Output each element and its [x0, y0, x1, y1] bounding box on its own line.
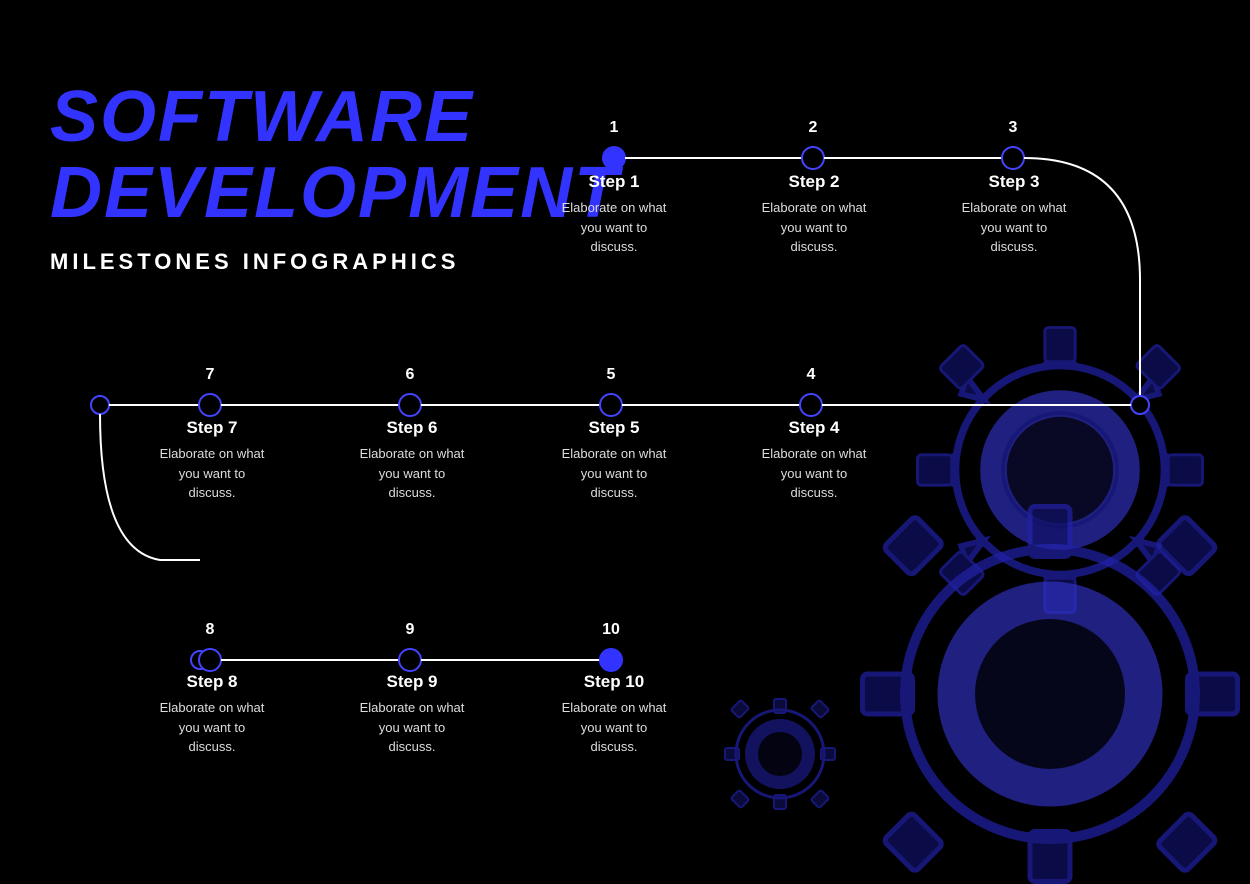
- step-6-desc: Elaborate on whatyou want todiscuss.: [352, 444, 472, 503]
- main-container: SOFTWARE DEVELOPMENT MILESTONES INFOGRAP…: [0, 0, 1250, 884]
- svg-text:5: 5: [607, 366, 616, 383]
- step-4-content: Step 4 Elaborate on whatyou want todiscu…: [754, 418, 874, 503]
- svg-text:10: 10: [602, 621, 620, 638]
- step-4-desc: Elaborate on whatyou want todiscuss.: [754, 444, 874, 503]
- step-5-title: Step 5: [554, 418, 674, 438]
- step-5-content: Step 5 Elaborate on whatyou want todiscu…: [554, 418, 674, 503]
- step-6-title: Step 6: [352, 418, 472, 438]
- step-9-content: Step 9 Elaborate on whatyou want todiscu…: [352, 672, 472, 757]
- step-7-title: Step 7: [152, 418, 272, 438]
- step-8-content: Step 8 Elaborate on whatyou want todiscu…: [152, 672, 272, 757]
- svg-text:8: 8: [206, 621, 215, 638]
- step-1-content: Step 1 Elaborate on whatyou want todiscu…: [554, 172, 674, 257]
- step-10-desc: Elaborate on whatyou want todiscuss.: [554, 698, 674, 757]
- step-4-title: Step 4: [754, 418, 874, 438]
- svg-text:4: 4: [807, 366, 816, 383]
- title-area: SOFTWARE DEVELOPMENT MILESTONES INFOGRAP…: [50, 80, 620, 275]
- svg-text:2: 2: [809, 119, 818, 136]
- step-2-content: Step 2 Elaborate on whatyou want todiscu…: [754, 172, 874, 257]
- gear-decoration-small: [680, 654, 880, 854]
- step-3-desc: Elaborate on whatyou want todiscuss.: [954, 198, 1074, 257]
- step-1-desc: Elaborate on whatyou want todiscuss.: [554, 198, 674, 257]
- step-6-content: Step 6 Elaborate on whatyou want todiscu…: [352, 418, 472, 503]
- svg-text:7: 7: [206, 366, 215, 383]
- step-7-content: Step 7 Elaborate on whatyou want todiscu…: [152, 418, 272, 503]
- step-10-content: Step 10 Elaborate on whatyou want todisc…: [554, 672, 674, 757]
- step-2-desc: Elaborate on whatyou want todiscuss.: [754, 198, 874, 257]
- main-title: SOFTWARE DEVELOPMENT: [50, 80, 620, 231]
- step-3-title: Step 3: [954, 172, 1074, 192]
- step-5-desc: Elaborate on whatyou want todiscuss.: [554, 444, 674, 503]
- step-9-desc: Elaborate on whatyou want todiscuss.: [352, 698, 472, 757]
- step-9-title: Step 9: [352, 672, 472, 692]
- step-1-title: Step 1: [554, 172, 674, 192]
- step-2-title: Step 2: [754, 172, 874, 192]
- step-8-desc: Elaborate on whatyou want todiscuss.: [152, 698, 272, 757]
- svg-text:9: 9: [406, 621, 415, 638]
- svg-text:3: 3: [1009, 119, 1018, 136]
- step-3-content: Step 3 Elaborate on whatyou want todiscu…: [954, 172, 1074, 257]
- step-7-desc: Elaborate on whatyou want todiscuss.: [152, 444, 272, 503]
- subtitle: MILESTONES INFOGRAPHICS: [50, 249, 620, 275]
- step-8-title: Step 8: [152, 672, 272, 692]
- step-10-title: Step 10: [554, 672, 674, 692]
- svg-text:6: 6: [406, 366, 415, 383]
